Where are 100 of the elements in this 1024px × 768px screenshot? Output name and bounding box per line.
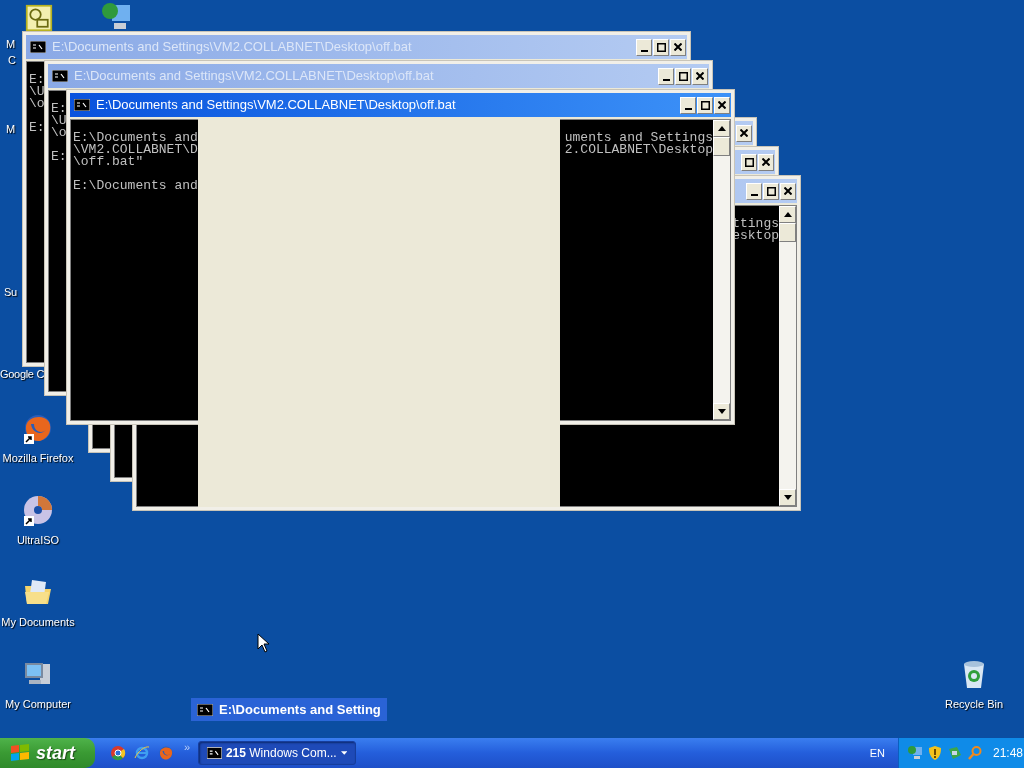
maximize-button[interactable] bbox=[697, 96, 713, 114]
start-button[interactable]: start bbox=[0, 738, 95, 768]
console-icon bbox=[52, 70, 68, 82]
maximize-icon bbox=[766, 186, 776, 196]
desktop-icon[interactable]: Mozilla Firefox bbox=[0, 412, 76, 467]
taskbar-button[interactable]: 215 Windows Com... bbox=[198, 741, 357, 765]
clock: 21:48 bbox=[993, 745, 1024, 762]
console-icon bbox=[74, 99, 90, 111]
network-icon bbox=[907, 745, 923, 761]
minimize-button[interactable] bbox=[636, 38, 652, 56]
console-icon bbox=[197, 703, 213, 716]
scrollbar[interactable] bbox=[779, 206, 796, 506]
console-line: E: bbox=[51, 151, 67, 163]
title-bar[interactable]: E:\Documents and Settings\VM2.COLLABNET\Desktop\off.bat bbox=[70, 93, 731, 117]
quick-launch-button[interactable] bbox=[133, 744, 150, 762]
desktop-icon-label: My Documents bbox=[1, 615, 75, 630]
shortcut-arrow-icon bbox=[24, 434, 34, 444]
close-icon bbox=[674, 43, 682, 51]
window-title: E:\Documents and Settings\VM2.COLLABNET\Desktop\off.bat bbox=[74, 67, 435, 86]
desktop-icon-label: Google C bbox=[0, 367, 45, 382]
maximize-icon bbox=[656, 42, 666, 52]
window-title: E:\Documents and Settings\VM2.COLLABNET\Desktop\off.bat bbox=[52, 38, 413, 57]
console-line: E:\Documents and bbox=[73, 132, 198, 144]
chrome-icon bbox=[109, 745, 126, 761]
console-line: \VM2.COLLABNET\D bbox=[73, 144, 198, 156]
shortcut-arrow-icon bbox=[24, 516, 34, 526]
maximize-button[interactable] bbox=[675, 67, 691, 85]
minimize-icon bbox=[684, 107, 692, 110]
console-line: E: bbox=[51, 103, 67, 115]
console-icon bbox=[30, 41, 46, 53]
maximize-icon bbox=[744, 157, 754, 167]
console-line: \o bbox=[29, 98, 45, 110]
quick-launch-button[interactable] bbox=[109, 744, 126, 762]
tray-button[interactable] bbox=[927, 745, 943, 761]
fox-globe-icon bbox=[22, 412, 54, 444]
close-icon bbox=[718, 101, 726, 109]
scroll-down-button[interactable] bbox=[779, 489, 796, 506]
scrollbar[interactable] bbox=[713, 120, 730, 420]
down-arrow-icon bbox=[717, 409, 726, 414]
close-button[interactable] bbox=[736, 124, 752, 142]
maximize-button[interactable] bbox=[763, 182, 779, 200]
up-arrow-icon bbox=[717, 126, 726, 131]
search-icon bbox=[967, 745, 983, 761]
scroll-down-button[interactable] bbox=[713, 403, 730, 420]
console-line: E: bbox=[29, 74, 45, 86]
pointer-icon bbox=[257, 633, 270, 653]
close-icon bbox=[740, 129, 748, 137]
desktop-icon-label: C bbox=[8, 53, 16, 68]
language-indicator[interactable]: EN bbox=[869, 744, 885, 762]
console-line: E:\Documents and bbox=[73, 180, 198, 192]
desktop-icon[interactable]: Recycle Bin bbox=[936, 658, 1012, 713]
shield-icon bbox=[927, 745, 943, 761]
close-icon bbox=[784, 187, 792, 195]
desktop-icon-label: My Computer bbox=[5, 697, 71, 712]
desktop-icon[interactable]: UltraISO bbox=[0, 494, 76, 549]
down-arrow-icon bbox=[783, 495, 792, 500]
maximize-icon bbox=[678, 71, 688, 81]
e-letter-icon bbox=[133, 745, 150, 761]
minimize-icon bbox=[640, 49, 648, 52]
close-button[interactable] bbox=[780, 182, 796, 200]
minimize-icon bbox=[662, 78, 670, 81]
close-button[interactable] bbox=[758, 153, 774, 171]
desktop-icon-label: Recycle Bin bbox=[944, 697, 1004, 712]
scrollbar-thumb[interactable] bbox=[779, 223, 796, 242]
desktop-icon-label: M bbox=[6, 37, 15, 52]
fox-globe-icon bbox=[157, 745, 174, 761]
windows-flag-icon bbox=[10, 743, 30, 763]
console-line: E: bbox=[29, 122, 45, 134]
close-icon bbox=[762, 158, 770, 166]
close-button[interactable] bbox=[714, 96, 730, 114]
desktop-icon[interactable]: My Computer bbox=[0, 658, 76, 713]
desktop-icon-label: Su bbox=[4, 285, 17, 300]
desktop-icon-label: M bbox=[6, 122, 15, 137]
minimize-button[interactable] bbox=[680, 96, 696, 114]
console-icon bbox=[207, 747, 222, 759]
scrollbar-thumb[interactable] bbox=[713, 137, 730, 156]
console-line: 2.COLLABNET\Desktop bbox=[564, 144, 713, 156]
minimize-button[interactable] bbox=[746, 182, 762, 200]
up-arrow-icon bbox=[783, 212, 792, 217]
console-line: \off.bat" bbox=[73, 156, 145, 168]
scroll-up-button[interactable] bbox=[779, 206, 796, 223]
maximize-button[interactable] bbox=[653, 38, 669, 56]
device-icon bbox=[947, 745, 963, 761]
disc-icon bbox=[22, 494, 54, 526]
close-button[interactable] bbox=[692, 67, 708, 85]
minimize-icon bbox=[750, 193, 758, 196]
close-icon bbox=[696, 72, 704, 80]
minimize-button[interactable] bbox=[658, 67, 674, 85]
clock-note-icon bbox=[25, 4, 53, 32]
desktop-icon[interactable]: My Documents bbox=[0, 576, 76, 631]
desktop-icon-label: Mozilla Firefox bbox=[2, 451, 74, 466]
console-line: ttings bbox=[732, 218, 779, 230]
console-line: esktop bbox=[732, 230, 779, 242]
console-line: uments and Settings bbox=[564, 132, 713, 144]
window-title: E:\Documents and Settings\VM2.COLLABNET\Desktop\off.bat bbox=[96, 96, 457, 115]
scroll-up-button[interactable] bbox=[713, 120, 730, 137]
drag-label-text: E:\Documents and Setting bbox=[219, 700, 381, 719]
close-button[interactable] bbox=[670, 38, 686, 56]
desktop-icon-label: UltraISO bbox=[16, 533, 60, 548]
maximize-button[interactable] bbox=[741, 153, 757, 171]
